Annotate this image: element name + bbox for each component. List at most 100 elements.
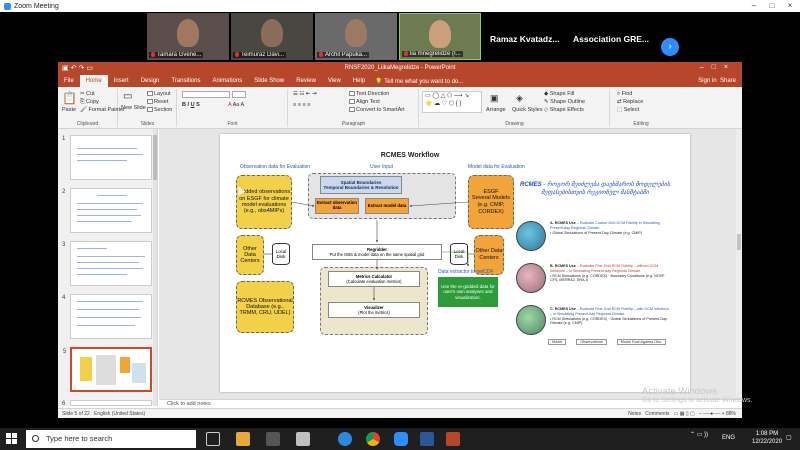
view-icons[interactable]: ▭ ▦ ▯ ▢ bbox=[674, 411, 695, 417]
tab-insert[interactable]: Insert bbox=[108, 75, 135, 87]
file-explorer-icon[interactable] bbox=[236, 432, 250, 446]
globe-a-icon bbox=[516, 221, 546, 251]
workflow-arrows bbox=[264, 201, 474, 301]
arrange-button[interactable]: Arrange bbox=[486, 107, 506, 113]
reset-button[interactable]: Reset bbox=[147, 99, 168, 105]
editor-scrollbar[interactable] bbox=[736, 129, 742, 399]
notification-icon[interactable]: ▢ bbox=[786, 434, 792, 441]
tab-design[interactable]: Design bbox=[135, 75, 166, 87]
participant-video bbox=[429, 20, 451, 48]
sign-in-link[interactable]: Sign in bbox=[698, 78, 716, 84]
slide-thumbnail[interactable]: 6 bbox=[62, 400, 152, 407]
minimize-icon[interactable]: – bbox=[745, 0, 763, 12]
muted-mic-icon bbox=[319, 51, 323, 57]
layout-button[interactable]: Layout bbox=[147, 91, 171, 97]
mail-icon[interactable] bbox=[296, 432, 310, 446]
bullets-icon[interactable]: ☰ ☷ ⇤ ⇥ bbox=[293, 91, 317, 97]
tab-slide-show[interactable]: Slide Show bbox=[248, 75, 290, 87]
shapes-gallery[interactable]: ▭ ◯ △ ⬠ ⟶ ↘ ⭐ ☁ ♡ ⬡ { } bbox=[422, 91, 482, 113]
notes-button[interactable]: Notes bbox=[628, 411, 641, 417]
text-direction-button[interactable]: Text Direction bbox=[349, 91, 389, 97]
language-indicator[interactable]: English (United States) bbox=[94, 411, 145, 417]
zoom-slider[interactable]: – ──●── + bbox=[699, 411, 725, 417]
find-button[interactable]: ⌕ Find bbox=[617, 91, 632, 98]
shape-outline-button[interactable]: ✎ Shape Outline bbox=[544, 99, 585, 105]
tab-help[interactable]: Help bbox=[347, 75, 371, 87]
participant-tile[interactable]: Teimuraz Davi... bbox=[231, 13, 313, 60]
zoom-level[interactable]: 88% bbox=[726, 411, 736, 417]
tab-home[interactable]: Home bbox=[79, 75, 108, 87]
slide-thumbnail[interactable]: 3 bbox=[62, 241, 152, 286]
desktop: Zoom Meeting – □ × Tamara Gvene... Teimu… bbox=[0, 0, 800, 450]
quick-styles-button[interactable]: Quick Styles bbox=[512, 107, 543, 113]
font-size-dropdown[interactable] bbox=[232, 91, 246, 98]
store-icon[interactable] bbox=[266, 432, 280, 446]
slides-label: Slides bbox=[140, 121, 155, 127]
editing-label: Editing bbox=[633, 121, 649, 127]
cut-button[interactable]: ✂ Cut bbox=[80, 91, 95, 97]
participant-tile[interactable]: Archil Papuka... bbox=[315, 13, 397, 60]
comments-button[interactable]: Comments bbox=[645, 411, 669, 417]
participant-name-tile[interactable]: Ramaz Kvatadz... bbox=[490, 34, 559, 44]
participant-tile[interactable]: Tamara Gvene... bbox=[147, 13, 229, 60]
task-view-icon[interactable] bbox=[206, 432, 220, 446]
new-slide-button[interactable]: New Slide bbox=[121, 105, 146, 111]
thumbnail-scrollbar[interactable] bbox=[153, 129, 157, 406]
replace-button[interactable]: ⇄ Replace bbox=[617, 99, 643, 105]
windows-start-icon[interactable] bbox=[6, 433, 18, 445]
taskbar-search-input[interactable]: Type here to search bbox=[26, 430, 196, 448]
current-slide[interactable]: RCMES Workflow Observation data for Eval… bbox=[220, 134, 690, 392]
globe-c-icon bbox=[516, 305, 546, 335]
search-icon bbox=[32, 435, 39, 442]
slide-thumbnail[interactable]: 2 bbox=[62, 188, 152, 233]
window-controls-icon[interactable]: –□× bbox=[700, 64, 736, 71]
word-icon[interactable] bbox=[420, 432, 434, 446]
clipboard-group: 📋 Paste ✂ Cut ⎘ Copy 🖌 Format Painter Cl… bbox=[58, 89, 125, 127]
tab-review[interactable]: Review bbox=[290, 75, 322, 87]
quick-styles-icon[interactable]: ◈ bbox=[516, 93, 523, 104]
tab-view[interactable]: View bbox=[322, 75, 347, 87]
slide-thumbnail-selected[interactable]: 5 bbox=[63, 347, 152, 392]
font-name-dropdown[interactable] bbox=[182, 91, 230, 98]
editing-group: ⌕ Find ⇄ Replace ⬚ Select Editing bbox=[611, 89, 671, 127]
participant-video bbox=[261, 19, 283, 47]
copy-button[interactable]: ⎘ Copy bbox=[80, 99, 99, 106]
drawing-label: Drawing bbox=[505, 121, 524, 127]
tab-animations[interactable]: Animations bbox=[207, 75, 249, 87]
paragraph-group: ☰ ☷ ⇤ ⇥ ≡ ≡ ≡ ≡ Text Direction Align Tex… bbox=[289, 89, 419, 127]
paste-icon[interactable]: 📋 bbox=[62, 91, 77, 105]
taskbar-clock[interactable]: 1:08 PM 12/22/2020 bbox=[752, 431, 782, 447]
paste-button[interactable]: Paste bbox=[62, 107, 76, 113]
next-page-button[interactable]: › bbox=[661, 38, 679, 56]
clock-date: 12/22/2020 bbox=[752, 438, 783, 445]
align-icon[interactable]: ≡ ≡ ≡ ≡ bbox=[293, 102, 310, 108]
tell-me-search[interactable]: 💡 Tell me what you want to do... bbox=[375, 78, 463, 85]
slide-thumbnail[interactable]: 1 bbox=[62, 135, 152, 180]
share-button[interactable]: Share bbox=[720, 78, 736, 84]
new-slide-icon[interactable]: ▭ bbox=[123, 91, 132, 102]
font-color-icon[interactable]: A Aa A bbox=[228, 102, 244, 108]
powerpoint-app-icon[interactable] bbox=[446, 432, 460, 446]
select-button[interactable]: ⬚ Select bbox=[617, 107, 639, 113]
brush-icon: 🖌 bbox=[80, 107, 89, 113]
arrange-icon[interactable]: ▣ bbox=[490, 93, 499, 104]
bold-icon[interactable]: B I U S bbox=[182, 102, 200, 108]
participant-name-tile[interactable]: Association GRE... bbox=[573, 34, 649, 44]
slide-thumbnail[interactable]: 4 bbox=[62, 294, 152, 339]
section-button[interactable]: Section bbox=[147, 107, 172, 113]
zoom-app-icon[interactable] bbox=[394, 432, 408, 446]
reset-icon bbox=[147, 99, 153, 105]
shape-fill-button[interactable]: ◆ Shape Fill bbox=[544, 91, 574, 97]
align-text-button[interactable]: Align Text bbox=[349, 99, 380, 105]
tab-file[interactable]: File bbox=[58, 75, 80, 87]
edge-icon[interactable] bbox=[338, 432, 352, 446]
participant-tile-active[interactable]: lia mnegrelidze (I... bbox=[399, 13, 481, 60]
chrome-icon[interactable] bbox=[366, 432, 380, 446]
tab-transitions[interactable]: Transitions bbox=[165, 75, 206, 87]
convert-smartart-button[interactable]: Convert to SmartArt bbox=[349, 107, 405, 113]
close-icon[interactable]: × bbox=[781, 0, 799, 12]
language-indicator-taskbar[interactable]: ENG bbox=[722, 435, 735, 441]
tray-icons[interactable]: ⌃ ▭ )) bbox=[690, 431, 708, 438]
maximize-icon[interactable]: □ bbox=[763, 0, 781, 12]
shape-effects-button[interactable]: ◇ Shape Effects bbox=[544, 107, 584, 113]
